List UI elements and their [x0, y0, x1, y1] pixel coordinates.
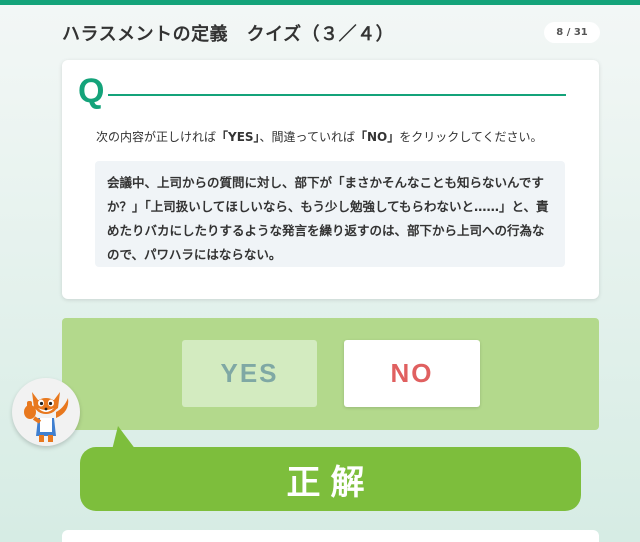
page-title: ハラスメントの定義 クイズ（３／４）	[62, 24, 395, 45]
progress-counter: 8 / 31	[544, 22, 600, 43]
yes-button[interactable]: YES	[182, 340, 317, 407]
result-banner: 正解	[80, 447, 581, 511]
question-card: Q 次の内容が正しければ「YES」、間違っていれば「NO」をクリックしてください…	[62, 60, 599, 299]
top-accent-bar	[0, 0, 640, 5]
fox-mascot-icon	[24, 392, 69, 442]
mascot-avatar	[12, 378, 80, 446]
instruction-text: 次の内容が正しければ「YES」、間違っていれば「NO」をクリックしてください。	[96, 128, 566, 145]
next-content-card	[62, 530, 599, 542]
question-statement: 会議中、上司からの質問に対し、部下が「まさかそんなことも知らないんですか？」「上…	[95, 161, 565, 267]
instruction-yes-term: 「YES」	[216, 130, 260, 144]
instruction-middle: 、間違っていれば	[259, 130, 355, 144]
no-button[interactable]: NO	[344, 340, 480, 407]
instruction-no-term: 「NO」	[354, 130, 400, 144]
answer-panel: YES NO	[62, 318, 599, 430]
instruction-before: 次の内容が正しければ	[96, 130, 217, 144]
question-mark-letter: Q	[78, 72, 105, 110]
question-divider	[108, 94, 566, 96]
instruction-after: をクリックしてください。	[399, 130, 543, 144]
